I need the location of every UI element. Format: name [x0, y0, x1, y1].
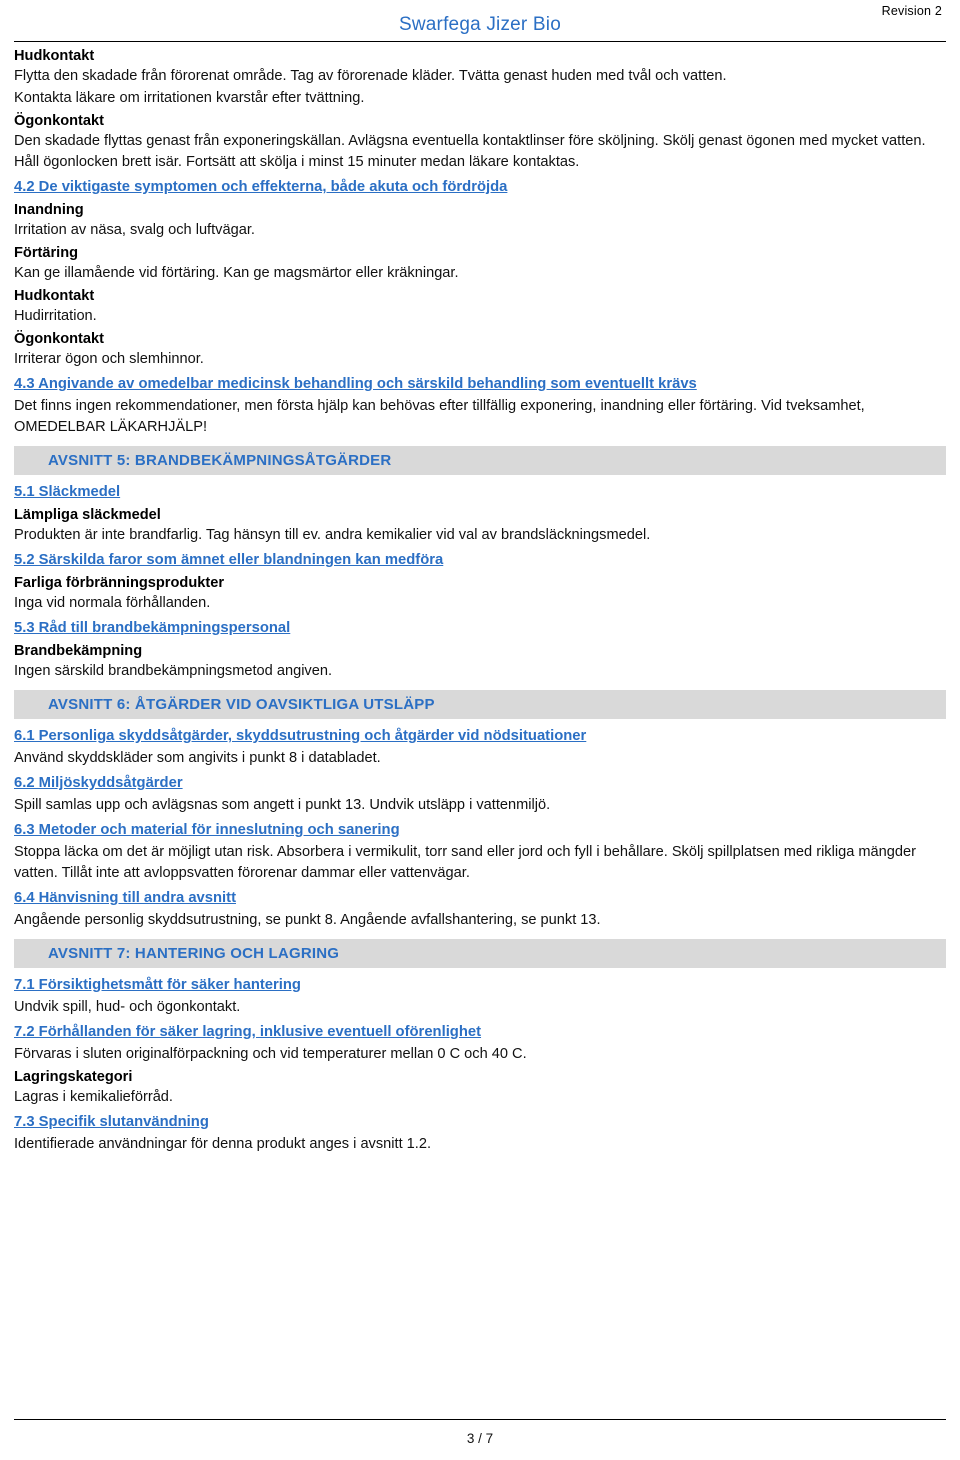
body-paragraph: Irriterar ögon och slemhinnor.	[14, 351, 204, 367]
revision-label: Revision 2	[881, 4, 942, 18]
paragraph-subheading: Lämpliga släckmedel	[14, 507, 161, 523]
page-number: 3 / 7	[466, 1431, 494, 1446]
paragraph-subheading: Inandning	[14, 202, 84, 218]
subsection-link-heading[interactable]: 5.2 Särskilda faror som ämnet eller blan…	[14, 549, 946, 571]
body-paragraph: Använd skyddskläder som angivits i punkt…	[14, 750, 381, 766]
document-page: Revision 2 Swarfega Jizer Bio Hudkontakt…	[0, 0, 960, 1460]
subsection-link-heading[interactable]: 6.2 Miljöskyddsåtgärder	[14, 772, 946, 794]
body-paragraph: Irritation av näsa, svalg och luftvägar.	[14, 222, 255, 238]
subsection-link-heading[interactable]: 4.2 De viktigaste symptomen och effekter…	[14, 176, 946, 198]
paragraph-subheading: Brandbekämpning	[14, 643, 143, 659]
paragraph-subheading: Ögonkontakt	[14, 113, 104, 129]
body-paragraph: Flytta den skadade från förorenat område…	[14, 68, 727, 84]
footer-divider	[14, 1419, 946, 1420]
document-content: Hudkontakt Flytta den skadade från förore…	[14, 45, 946, 1156]
body-paragraph: Ingen särskild brandbekämpningsmetod ang…	[14, 663, 333, 679]
section-heading-band: AVSNITT 5: BRANDBEKÄMPNINGSÅTGÄRDER	[14, 446, 946, 475]
body-paragraph: Spill samlas upp och avlägsnas som anget…	[14, 797, 551, 813]
body-paragraph: Produkten är inte brandfarlig. Tag hänsy…	[14, 527, 651, 543]
body-paragraph: Inga vid normala förhållanden.	[14, 595, 211, 611]
header-divider	[14, 41, 946, 42]
paragraph-subheading: Förtäring	[14, 245, 79, 261]
subsection-link-heading[interactable]: 7.2 Förhållanden för säker lagring, inkl…	[14, 1021, 946, 1043]
body-paragraph: Kontakta läkare om irritationen kvarstår…	[14, 90, 365, 106]
document-title: Swarfega Jizer Bio	[398, 14, 561, 35]
subsection-link-heading[interactable]: 7.3 Specifik slutanvändning	[14, 1111, 946, 1133]
body-paragraph: Lagras i kemikalieförråd.	[14, 1089, 173, 1105]
body-paragraph: Den skadade flyttas genast från exponeri…	[14, 133, 926, 170]
paragraph-subheading: Farliga förbränningsprodukter	[14, 575, 225, 591]
paragraph-subheading: Hudkontakt	[14, 48, 95, 64]
section-heading-band: AVSNITT 6: ÅTGÄRDER VID OAVSIKTLIGA UTSL…	[14, 690, 946, 719]
body-paragraph: Undvik spill, hud- och ögonkontakt.	[14, 999, 241, 1015]
body-paragraph: Kan ge illamående vid förtäring. Kan ge …	[14, 265, 459, 281]
subsection-link-heading[interactable]: 6.4 Hänvisning till andra avsnitt	[14, 887, 946, 909]
paragraph-subheading: Ögonkontakt	[14, 331, 104, 347]
body-paragraph: Förvaras i sluten originalförpackning oc…	[14, 1046, 527, 1062]
section-heading-band: AVSNITT 7: HANTERING OCH LAGRING	[14, 939, 946, 968]
subsection-link-heading[interactable]: 7.1 Försiktighetsmått för säker hanterin…	[14, 974, 946, 996]
body-paragraph: Angående personlig skyddsutrustning, se …	[14, 912, 601, 928]
paragraph-subheading: Hudkontakt	[14, 288, 95, 304]
subsection-link-heading[interactable]: 4.3 Angivande av omedelbar medicinsk beh…	[14, 373, 946, 395]
paragraph-subheading: Lagringskategori	[14, 1069, 133, 1085]
body-paragraph: Hudirritation.	[14, 308, 97, 324]
body-paragraph: Identifierade användningar för denna pro…	[14, 1136, 432, 1152]
subsection-link-heading[interactable]: 5.1 Släckmedel	[14, 481, 946, 503]
body-paragraph: Stoppa läcka om det är möjligt utan risk…	[14, 844, 916, 881]
subsection-link-heading[interactable]: 6.3 Metoder och material för inneslutnin…	[14, 819, 946, 841]
subsection-link-heading[interactable]: 6.1 Personliga skyddsåtgärder, skyddsutr…	[14, 725, 946, 747]
body-paragraph: Det finns ingen rekommendationer, men fö…	[14, 398, 865, 435]
subsection-link-heading[interactable]: 5.3 Råd till brandbekämpningspersonal	[14, 617, 946, 639]
